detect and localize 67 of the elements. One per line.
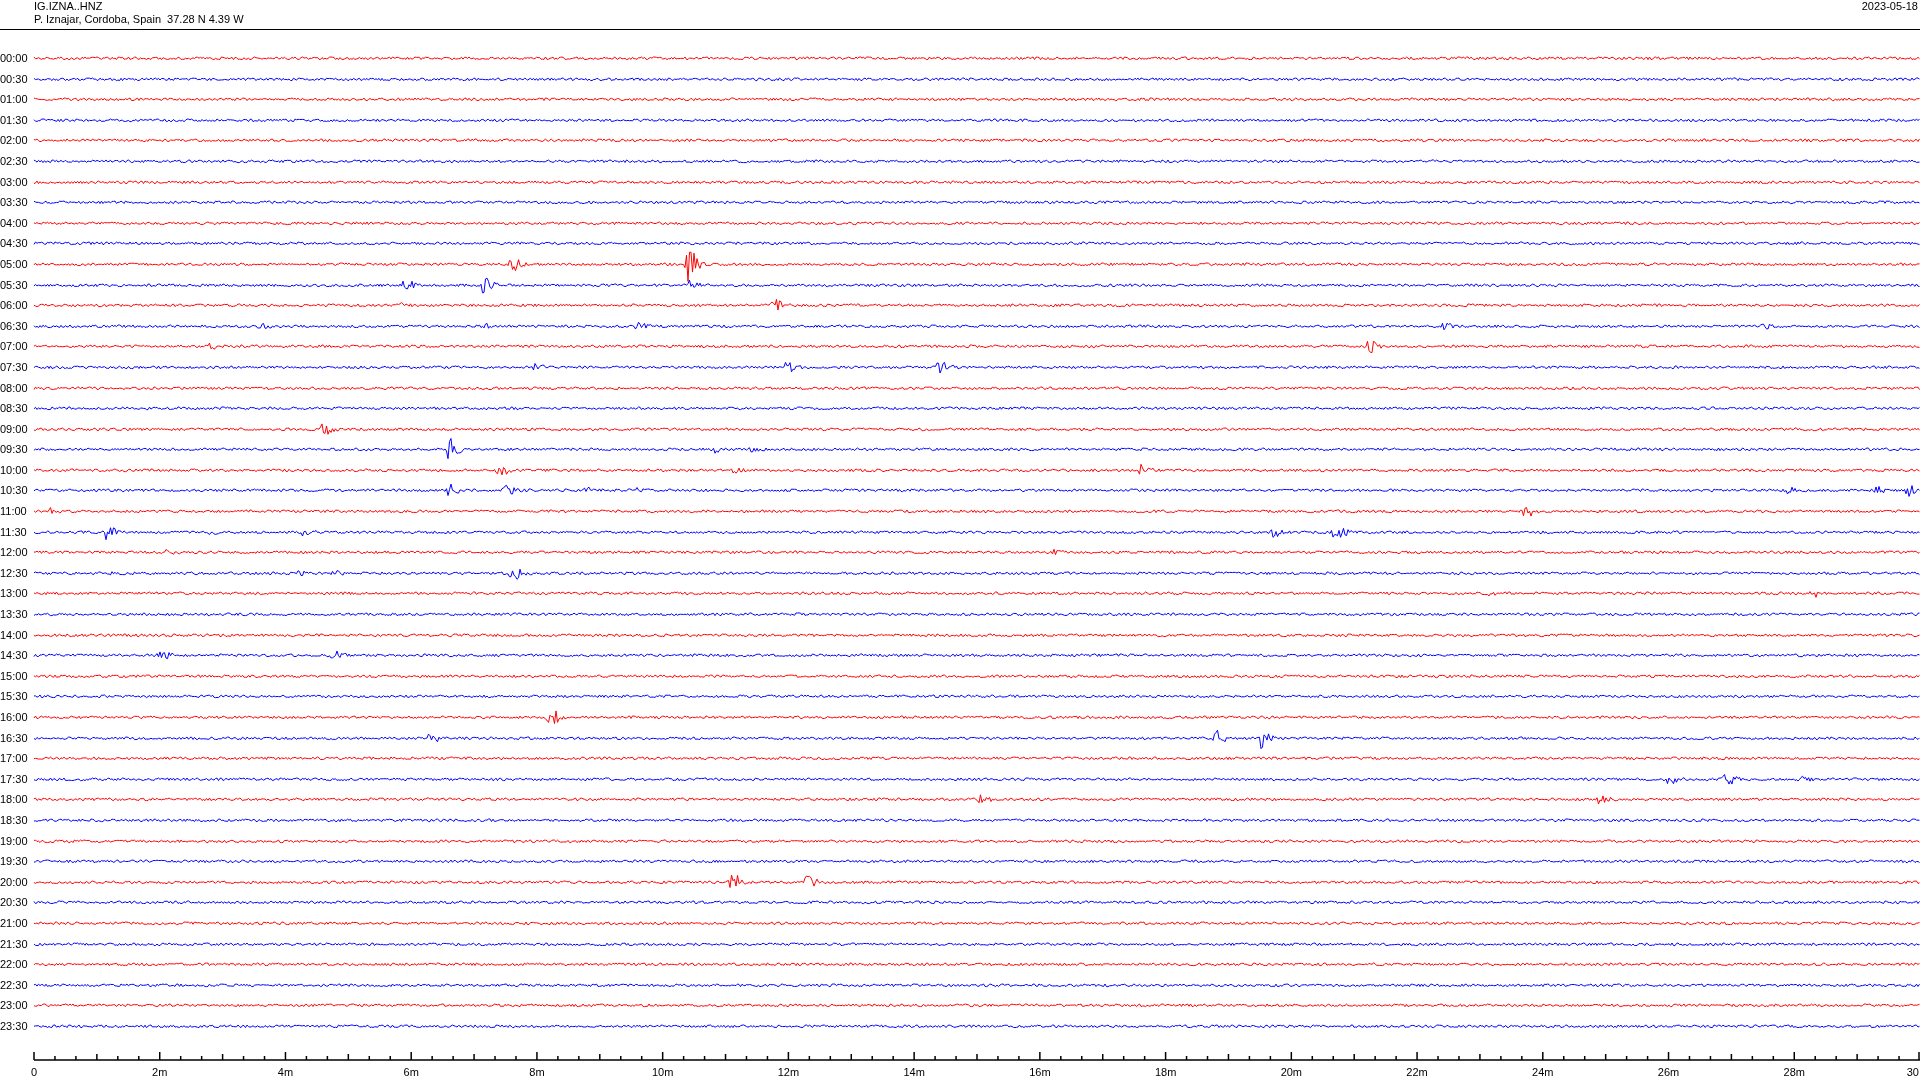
axis-tick-label: 14m — [903, 1066, 925, 1078]
time-label: 19:30 — [0, 854, 29, 870]
time-label: 15:00 — [0, 668, 29, 684]
time-label: 08:00 — [0, 380, 29, 396]
station-code: IG.IZNA..HNZ — [34, 0, 104, 13]
axis-tick-label: 30 — [1906, 1066, 1919, 1078]
time-label: 23:30 — [0, 1018, 29, 1034]
time-label: 14:30 — [0, 648, 29, 664]
time-label: 15:30 — [0, 689, 29, 705]
time-label: 05:00 — [0, 256, 29, 272]
axis-tick-label: 6m — [403, 1066, 419, 1078]
time-label: 17:30 — [0, 771, 29, 787]
time-label: 07:00 — [0, 339, 29, 355]
time-label: 02:30 — [0, 153, 29, 169]
time-label: 19:00 — [0, 833, 29, 849]
time-label: 18:00 — [0, 792, 29, 808]
axis-tick-label: 8m — [529, 1066, 545, 1078]
time-label: 01:30 — [0, 112, 29, 128]
time-label: 10:30 — [0, 483, 29, 499]
time-label: 20:00 — [0, 874, 29, 890]
time-label: 08:30 — [0, 401, 29, 417]
time-label: 01:00 — [0, 92, 29, 108]
axis-tick-label: 4m — [277, 1066, 294, 1078]
time-label: 13:30 — [0, 607, 29, 623]
time-label: 13:00 — [0, 586, 29, 602]
axis-tick-label: 12m — [777, 1066, 800, 1078]
time-label: 16:00 — [0, 710, 29, 725]
time-label: 17:00 — [0, 751, 29, 767]
time-label: 09:00 — [0, 421, 29, 437]
axis-tick-label: 16m — [1029, 1066, 1051, 1078]
time-label: 11:30 — [0, 524, 28, 540]
axis-tick-label: 28m — [1783, 1066, 1805, 1078]
time-label: 03:00 — [0, 174, 29, 190]
axis-tick-label: 26m — [1657, 1066, 1680, 1078]
time-label: 22:00 — [0, 957, 29, 973]
axis-tick-label: 22m — [1406, 1066, 1428, 1078]
time-label: 05:30 — [0, 277, 29, 293]
time-label: 06:00 — [0, 298, 29, 314]
axis-tick-label: 2m — [152, 1066, 168, 1078]
time-label: 04:00 — [0, 215, 29, 231]
record-date: 2023-05-18 — [1861, 0, 1919, 14]
axis-tick-label: 10m — [651, 1066, 674, 1078]
time-label: 12:30 — [0, 565, 29, 581]
axis-tick-label: 24m — [1532, 1066, 1554, 1078]
station-location: P. Iznajar, Cordoba, Spain 37.28 N 4.39 W — [34, 13, 245, 26]
axis-tick-label: 20m — [1280, 1066, 1303, 1078]
time-label: 07:30 — [0, 359, 29, 375]
time-label: 22:30 — [0, 977, 29, 993]
time-label: 21:00 — [0, 915, 29, 931]
time-label: 12:00 — [0, 545, 29, 561]
time-label: 10:00 — [0, 462, 29, 478]
time-label: 20:30 — [0, 895, 29, 911]
time-label: 00:30 — [0, 71, 29, 87]
time-label: 04:30 — [0, 236, 29, 252]
time-label: 02:00 — [0, 133, 29, 149]
time-label: 11:00 — [0, 504, 28, 520]
time-label: 21:30 — [0, 936, 29, 952]
time-label: 09:30 — [0, 442, 29, 458]
time-label: 23:00 — [0, 998, 29, 1014]
time-label: 06:30 — [0, 318, 29, 334]
axis-tick-label: 18m — [1154, 1066, 1177, 1078]
time-label: 18:30 — [0, 812, 29, 828]
time-label: 03:30 — [0, 195, 29, 211]
time-label: 00:00 — [0, 51, 29, 66]
time-label: 16:30 — [0, 730, 29, 746]
axis-tick-label: 0 — [30, 1066, 38, 1078]
time-label: 14:00 — [0, 627, 29, 643]
